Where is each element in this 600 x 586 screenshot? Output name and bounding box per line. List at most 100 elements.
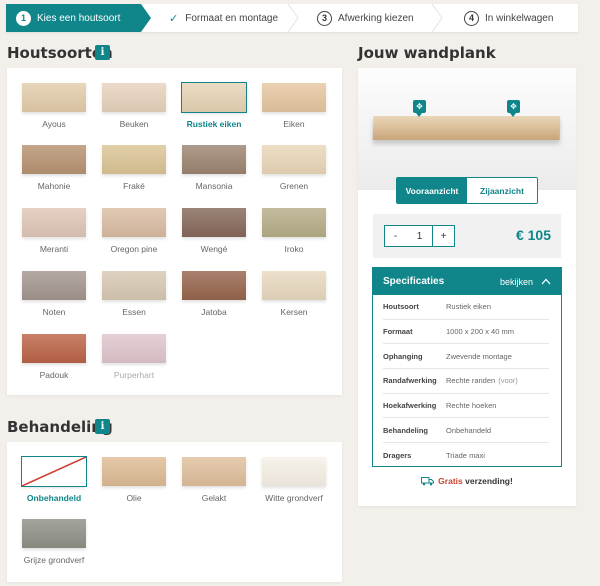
spec-row: Hoekafwerking Rechte hoeken	[383, 394, 549, 419]
swatch-image	[102, 457, 166, 486]
spec-value: Rustiek eiken	[446, 302, 492, 312]
info-icon[interactable]: i	[95, 419, 110, 434]
swatch-label: Rustiek eiken	[186, 119, 242, 129]
swatch-image	[182, 145, 246, 174]
swatch-grijze-grondverf[interactable]: Grijze grondverf	[22, 519, 86, 565]
swatch-essen[interactable]: Essen	[102, 271, 166, 317]
swatch-image	[262, 83, 326, 112]
swatch-image	[102, 271, 166, 300]
spec-row: Randafwerking Rechte randen (voor)	[383, 369, 549, 394]
step-1[interactable]: 1 Kies een houtsoort	[6, 4, 151, 32]
swatch-oregon-pine[interactable]: Oregon pine	[102, 208, 166, 254]
swatch-image	[182, 457, 246, 486]
swatch-image	[22, 334, 86, 363]
step-label: Formaat en montage	[185, 12, 279, 24]
step-number: 3	[317, 10, 332, 26]
swatch-image	[102, 83, 166, 112]
treatment-card: Onbehandeld Olie Gelakt Witte grondverf Grij…	[7, 442, 342, 582]
step-label: In winkelwagen	[485, 12, 554, 24]
step-label: Kies een houtsoort	[37, 12, 121, 24]
swatch-label: Ayous	[42, 119, 66, 129]
swatch-kersen[interactable]: Kersen	[262, 271, 326, 317]
spec-value: Zwevende montage	[446, 351, 512, 361]
swatch-label: Fraké	[123, 181, 145, 191]
bracket-marker-icon[interactable]: ✥	[507, 100, 520, 117]
spec-key: Houtsoort	[383, 302, 419, 312]
step-label: Afwerking kiezen	[338, 12, 414, 24]
swatch-label: Essen	[122, 307, 146, 317]
swatch-label: Onbehandeld	[26, 493, 82, 503]
spec-key: Dragers	[383, 450, 412, 460]
step-3[interactable]: 3 Afwerking kiezen	[291, 4, 436, 32]
swatch-label: Jatoba	[201, 307, 227, 317]
swatch-label: Oregon pine	[110, 244, 158, 254]
swatch-label: Gelakt	[201, 493, 227, 503]
tab-side-view[interactable]: Zijaanzicht	[467, 178, 537, 203]
checkmark-icon: ✓	[169, 12, 179, 25]
swatch-weng-[interactable]: Wengé	[182, 208, 246, 254]
chevron-up-icon	[541, 278, 551, 285]
specifications-header[interactable]: Specificaties bekijken	[373, 268, 561, 295]
info-icon[interactable]: i	[95, 45, 110, 60]
step-4[interactable]: 4 In winkelwagen	[436, 4, 578, 32]
swatch-label: Olie	[126, 493, 142, 503]
spec-extra-link[interactable]: (voor)	[498, 376, 518, 385]
swatch-rustiek-eiken[interactable]: Rustiek eiken	[181, 82, 247, 129]
step-separator	[431, 4, 443, 32]
swatch-label: Witte grondverf	[265, 493, 323, 503]
swatch-image	[262, 457, 326, 486]
step-number: 1	[16, 10, 31, 26]
toggle-label: bekijken	[499, 276, 533, 287]
spec-row: Behandeling Onbehandeld	[383, 418, 549, 444]
increase-button[interactable]: +	[432, 225, 455, 247]
swatch-label: Mahonie	[37, 181, 71, 191]
specifications-title: Specificaties	[383, 276, 445, 287]
swatch-eiken[interactable]: Eiken	[262, 83, 326, 129]
bracket-marker-icon[interactable]: ✥	[413, 100, 426, 117]
swatch-mansonia[interactable]: Mansonia	[182, 145, 246, 191]
swatch-jatoba[interactable]: Jatoba	[182, 271, 246, 317]
spec-value: Onbehandeld	[446, 425, 492, 435]
spec-key: Hoekafwerking	[383, 401, 437, 411]
swatch-frak-[interactable]: Fraké	[102, 145, 166, 191]
swatch-beuken[interactable]: Beuken	[102, 83, 166, 129]
swatch-padouk[interactable]: Padouk	[22, 334, 86, 380]
spec-row: Houtsoort Rustiek eiken	[383, 295, 549, 320]
swatch-image	[22, 519, 86, 548]
shipping-note: Gratis verzending!	[358, 476, 576, 486]
swatch-grenen[interactable]: Grenen	[262, 145, 326, 191]
swatch-olie[interactable]: Olie	[102, 457, 166, 503]
swatch-label: Padouk	[39, 370, 69, 380]
swatch-onbehandeld[interactable]: Onbehandeld	[21, 456, 87, 503]
swatch-label: Kersen	[280, 307, 308, 317]
shelf-image	[372, 116, 561, 140]
swatch-meranti[interactable]: Meranti	[22, 208, 86, 254]
swatch-witte-grondverf[interactable]: Witte grondverf	[262, 457, 326, 503]
swatch-purperhart[interactable]: Purperhart	[102, 334, 166, 380]
none-icon	[21, 456, 87, 487]
step-separator	[287, 4, 299, 32]
swatch-label: Noten	[42, 307, 66, 317]
spec-key: Ophanging	[383, 351, 423, 361]
spec-value: Rechte hoeken	[446, 401, 497, 411]
swatch-ayous[interactable]: Ayous	[22, 83, 86, 129]
tab-front-view[interactable]: Vooraanzicht	[397, 178, 467, 203]
swatch-label: Mansonia	[195, 181, 233, 191]
decrease-button[interactable]: -	[384, 225, 407, 247]
price-box: - 1 + € 105	[373, 214, 561, 258]
swatch-iroko[interactable]: Iroko	[262, 208, 326, 254]
swatch-image	[262, 145, 326, 174]
swatch-image	[262, 271, 326, 300]
swatch-noten[interactable]: Noten	[22, 271, 86, 317]
swatch-image	[262, 208, 326, 237]
spec-row: Ophanging Zwevende montage	[383, 344, 549, 370]
step-2[interactable]: ✓ Formaat en montage	[141, 4, 291, 32]
swatch-mahonie[interactable]: Mahonie	[22, 145, 86, 191]
swatch-gelakt[interactable]: Gelakt	[182, 457, 246, 503]
spec-row: Formaat 1000 x 200 x 40 mm	[383, 320, 549, 345]
price: € 105	[515, 227, 551, 243]
swatch-image	[22, 83, 86, 112]
quantity-input[interactable]: 1	[406, 225, 433, 247]
swatch-label: Iroko	[284, 244, 304, 254]
progress-steps: 1 Kies een houtsoort ✓ Formaat en montag…	[6, 4, 578, 32]
